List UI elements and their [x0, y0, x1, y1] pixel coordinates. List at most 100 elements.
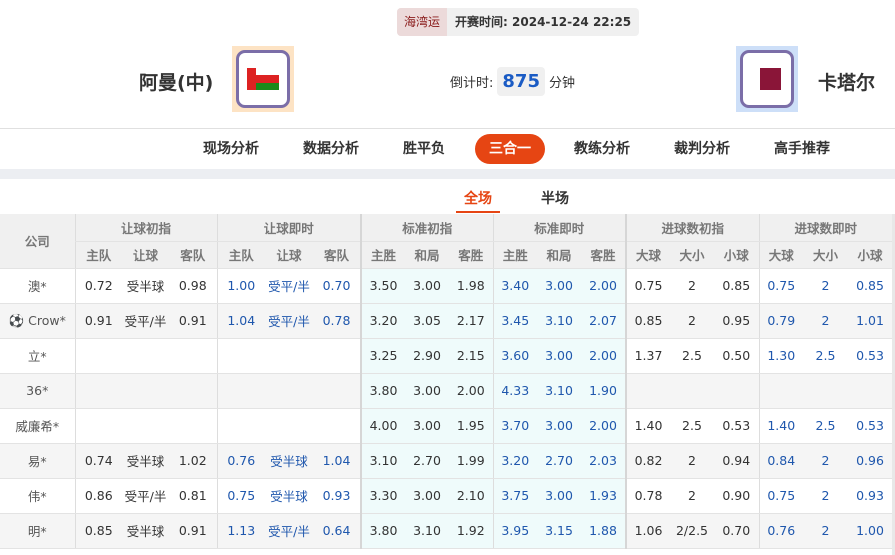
odds-cell: 0.84: [758, 443, 803, 479]
odds-cell: 3.00: [537, 478, 581, 514]
odds-cell: 3.45: [492, 303, 537, 339]
table-row[interactable]: 易* 0.74 受半球 1.02 0.76 受半球 1.04 3.10 2.70 1.99 3.20…: [0, 443, 892, 479]
odds-cell: [803, 373, 848, 409]
odds-cell: 1.13: [216, 513, 265, 549]
tab-coach-analysis[interactable]: 教练分析: [574, 134, 630, 164]
company-cell[interactable]: 立*: [0, 338, 75, 374]
subtab-full-time[interactable]: 全场: [464, 188, 492, 208]
odds-cell: 3.10: [360, 443, 405, 479]
odds-cell: [169, 408, 217, 444]
column-header: 大小: [803, 241, 848, 269]
column-header: 大小: [670, 241, 714, 269]
kickoff-value: 2024-12-24 22:25: [512, 15, 632, 29]
group-header: 标准初指: [360, 214, 493, 242]
active-subtab-indicator: [456, 211, 500, 213]
odds-cell: [169, 373, 217, 409]
tab-live-analysis[interactable]: 现场分析: [203, 134, 259, 164]
odds-cell: 2: [670, 443, 714, 479]
column-header: 大球: [758, 241, 803, 269]
odds-cell: 2.70: [537, 443, 581, 479]
tab-three-in-one[interactable]: 三合一: [475, 134, 545, 164]
home-team-logo[interactable]: [232, 46, 294, 112]
table-row[interactable]: 伟* 0.86 受平/半 0.81 0.75 受半球 0.93 3.30 3.00 2.10 3.7…: [0, 478, 892, 514]
company-cell[interactable]: 36*: [0, 373, 75, 409]
company-cell[interactable]: 澳*: [0, 268, 75, 304]
odds-cell: [74, 408, 122, 444]
column-header: 主胜: [360, 241, 405, 269]
odds-cell: 2: [803, 303, 848, 339]
table-row[interactable]: 澳* 0.72 受半球 0.98 1.00 受平/半 0.70 3.50 3.00 1.98 3.4…: [0, 268, 892, 304]
table-row[interactable]: ⚽ Crow* 0.91 受平/半 0.91 1.04 受平/半 0.78 3.20 3.05 2…: [0, 303, 892, 339]
odds-cell: 2: [803, 268, 848, 304]
odds-cell: [216, 338, 265, 374]
company-cell[interactable]: 易*: [0, 443, 75, 479]
away-team-name[interactable]: 卡塔尔: [818, 68, 875, 95]
table-row[interactable]: 立* 3.25 2.90 2.15 3.60 3.00 2.00 1.37 2.5 0.50 1.3…: [0, 338, 892, 374]
group-header: 进球数初指: [625, 214, 759, 242]
league-badge[interactable]: 海湾运: [397, 8, 448, 36]
company-cell[interactable]: 伟*: [0, 478, 75, 514]
odds-cell: [265, 373, 313, 409]
odds-cell: 2.07: [581, 303, 626, 339]
tab-referee-analysis[interactable]: 裁判分析: [674, 134, 730, 164]
odds-cell: 3.40: [492, 268, 537, 304]
odds-cell: [670, 373, 714, 409]
odds-cell: [74, 338, 122, 374]
odds-cell: 4.00: [360, 408, 405, 444]
odds-cell: 0.93: [848, 478, 892, 514]
away-team-logo[interactable]: [736, 46, 798, 112]
tab-data-analysis[interactable]: 数据分析: [303, 134, 359, 164]
odds-cell: 1.37: [625, 338, 670, 374]
odds-cell: 3.00: [405, 373, 449, 409]
countdown: 倒计时: 875 分钟: [450, 67, 575, 96]
odds-cell: 2.00: [581, 408, 626, 444]
analysis-nav: 现场分析 数据分析 胜平负 三合一 教练分析 裁判分析 高手推荐: [0, 134, 895, 164]
odds-cell: [313, 373, 361, 409]
odds-cell: 0.85: [848, 268, 892, 304]
odds-cell: 0.53: [714, 408, 759, 444]
odds-cell: 0.85: [625, 303, 670, 339]
table-row[interactable]: 36* 3.80 3.00 2.00 4.33 3.10 1.90: [0, 373, 892, 409]
odds-cell: 3.95: [492, 513, 537, 549]
tab-win-draw-lose[interactable]: 胜平负: [403, 134, 445, 164]
odds-cell: 3.00: [405, 478, 449, 514]
odds-cell: [313, 408, 361, 444]
odds-cell: 3.50: [360, 268, 405, 304]
company-cell[interactable]: 威廉希*: [0, 408, 75, 444]
odds-cell: 3.00: [405, 408, 449, 444]
table-row[interactable]: 威廉希* 4.00 3.00 1.95 3.70 3.00 2.00 1.40 2.5 0.53 1…: [0, 408, 892, 444]
oman-flag-icon: [247, 68, 279, 90]
odds-cell: 0.82: [625, 443, 670, 479]
company-cell[interactable]: 明*: [0, 513, 75, 549]
kickoff-time: 开赛时间: 2024-12-24 22:25: [447, 8, 639, 36]
odds-cell: [714, 373, 759, 409]
odds-cell: 0.53: [848, 338, 892, 374]
odds-cell: 2.5: [803, 338, 848, 374]
odds-cell: [122, 338, 169, 374]
home-team-name[interactable]: 阿曼(中): [139, 68, 213, 95]
odds-cell: 受半球: [122, 443, 169, 479]
column-header: 大球: [625, 241, 670, 269]
column-header: 主胜: [492, 241, 537, 269]
odds-cell: 0.64: [313, 513, 361, 549]
odds-cell: 1.98: [449, 268, 493, 304]
company-name: 明*: [27, 524, 47, 539]
odds-cell: 2.00: [581, 338, 626, 374]
company-header: 公司: [0, 214, 75, 269]
table-row[interactable]: 明* 0.85 受半球 0.91 1.13 受平/半 0.64 3.80 3.10 1.92 3.9…: [0, 513, 892, 549]
company-cell[interactable]: ⚽ Crow*: [0, 303, 75, 339]
odds-cell: 3.00: [537, 268, 581, 304]
odds-cell: 3.10: [537, 373, 581, 409]
subtab-half-time[interactable]: 半场: [541, 188, 569, 208]
odds-cell: 受平/半: [122, 478, 169, 514]
odds-cell: 3.20: [360, 303, 405, 339]
odds-cell: 0.85: [714, 268, 759, 304]
odds-cell: 0.81: [169, 478, 217, 514]
group-header: 标准即时: [492, 214, 626, 242]
tab-expert-picks[interactable]: 高手推荐: [774, 134, 830, 164]
column-header: 让球: [265, 241, 313, 269]
odds-cell: 1.00: [848, 513, 892, 549]
odds-cell: 0.85: [74, 513, 122, 549]
odds-cell: 2/2.5: [670, 513, 714, 549]
odds-cell: 2.5: [670, 338, 714, 374]
